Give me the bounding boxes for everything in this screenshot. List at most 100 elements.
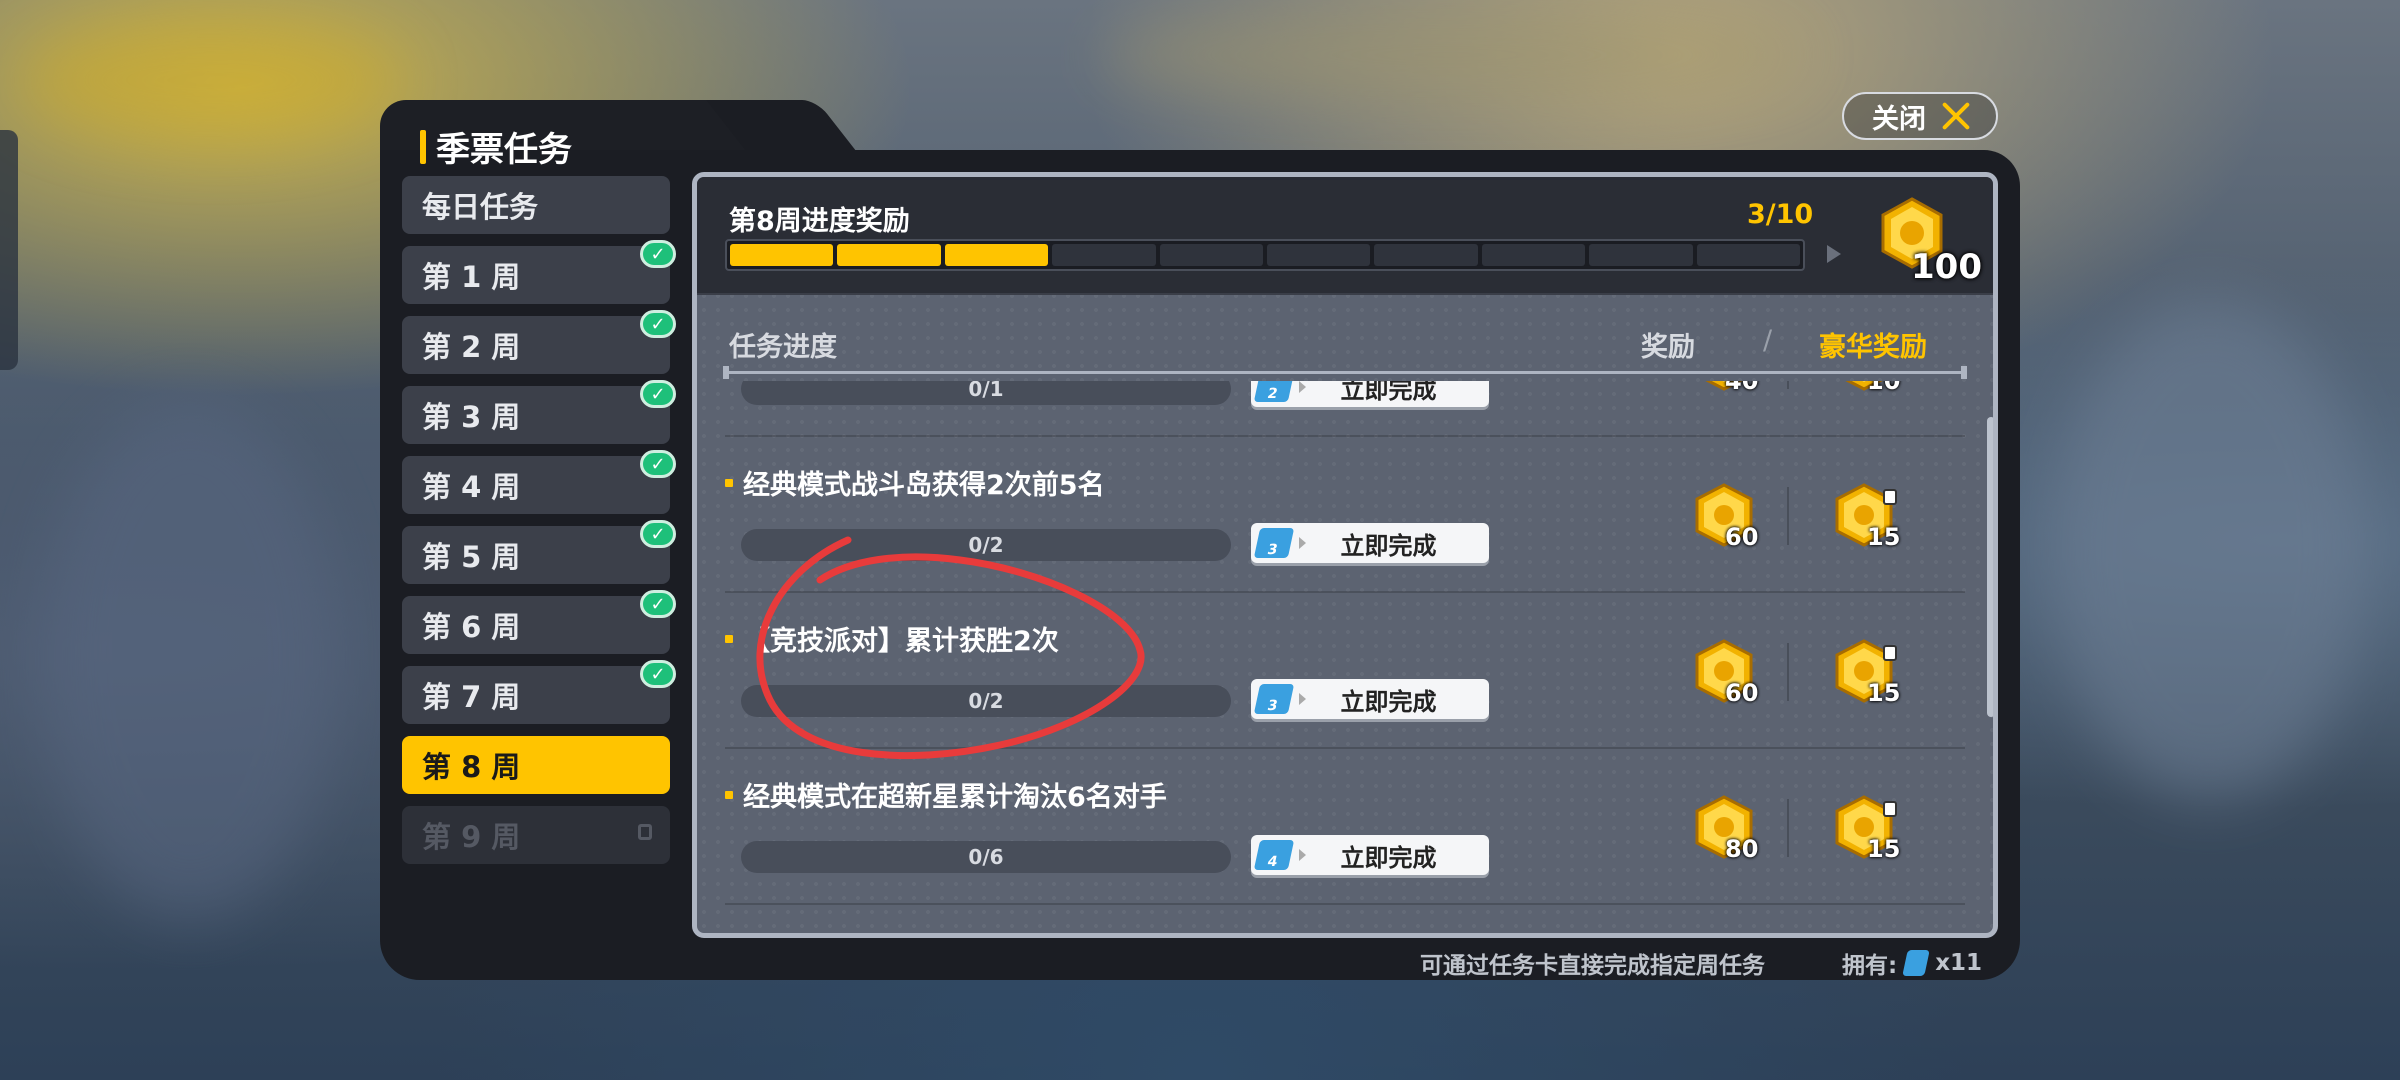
- edge-tab: [0, 130, 18, 370]
- task-title-text: 经典模式在超新星累计淘汰6名对手: [743, 782, 1167, 813]
- complete-now-button[interactable]: 2 立即完成: [1251, 381, 1489, 407]
- sidebar-item-label: 第 7 周: [422, 680, 521, 714]
- complete-now-label: 立即完成: [1340, 687, 1437, 716]
- task-card-icon: [1902, 950, 1930, 976]
- reward-value: 60: [1725, 523, 1759, 551]
- close-button[interactable]: 关闭: [1842, 92, 1998, 140]
- task-progress: 0/1: [741, 381, 1231, 405]
- progress-segment: [944, 244, 1049, 266]
- task-title: 经典模式战斗岛获得2次前5名: [725, 463, 1105, 502]
- check-icon: ✓: [640, 450, 676, 478]
- task-card-cost: 2: [1265, 386, 1280, 402]
- task-card-cost: 3: [1265, 542, 1280, 558]
- progress-segment: [1696, 244, 1801, 266]
- sidebar-item-8[interactable]: 第 8 周: [402, 736, 670, 794]
- reward-divider: [1787, 381, 1789, 389]
- header-deluxe-reward: 豪华奖励: [1819, 332, 1927, 363]
- task-title: 经典模式在超新星累计淘汰6名对手: [725, 775, 1167, 814]
- reward-divider: [1787, 487, 1789, 545]
- progress-segment: [1052, 244, 1156, 266]
- check-icon: ✓: [640, 240, 676, 268]
- background-blur: [2050, 300, 2370, 800]
- task-row: 经典模式在超新星累计淘汰6名对手 0/6 4 立即完成 80 15: [725, 749, 1965, 905]
- reward-divider: [1787, 643, 1789, 701]
- sidebar-item-label: 第 9 周: [422, 820, 521, 854]
- sidebar-item-label: 第 1 周: [422, 260, 521, 294]
- own-label: 拥有:: [1842, 953, 1898, 979]
- sidebar-item-7[interactable]: 第 7 周 ✓: [402, 660, 676, 724]
- complete-now-button[interactable]: 3 立即完成: [1251, 523, 1489, 563]
- task-list[interactable]: 0/1 2 立即完成 40 10 经典模式战斗岛获得2次前5名 0/2 3 立即完成 60 15 【竞…: [697, 381, 1993, 933]
- progress-segment: [1481, 244, 1586, 266]
- sidebar-item-label: 第 6 周: [422, 610, 521, 644]
- week-progress-track: [725, 239, 1805, 271]
- reward-value: 60: [1725, 679, 1759, 707]
- progress-segment: [1374, 244, 1478, 266]
- task-progress: 0/2: [741, 685, 1231, 717]
- sidebar-item-9[interactable]: 第 9 周: [402, 806, 670, 864]
- task-card-cost: 3: [1265, 698, 1280, 714]
- sidebar-item-label: 第 8 周: [422, 750, 521, 784]
- task-title: 【竞技派对】累计获胜2次: [725, 619, 1059, 658]
- sidebar-item-0[interactable]: 每日任务: [402, 176, 670, 234]
- complete-now-button[interactable]: 3 立即完成: [1251, 679, 1489, 719]
- reward-value: 80: [1725, 835, 1759, 863]
- sidebar-item-label: 第 3 周: [422, 400, 521, 434]
- chevron-right-icon: [1299, 849, 1306, 861]
- progress-segment: [1589, 244, 1693, 266]
- sidebar-item-4[interactable]: 第 4 周 ✓: [402, 450, 676, 514]
- background-blur: [1100, 10, 1800, 100]
- task-card-cost: 4: [1265, 854, 1280, 870]
- check-icon: ✓: [640, 660, 676, 688]
- sidebar-item-3[interactable]: 第 3 周 ✓: [402, 380, 676, 444]
- scrollbar[interactable]: [1987, 417, 1993, 717]
- bullet-icon: [725, 634, 733, 643]
- sidebar-item-2[interactable]: 第 2 周 ✓: [402, 310, 676, 374]
- deluxe-reward-value: 10: [1867, 381, 1901, 395]
- header-task-progress: 任务进度: [729, 332, 837, 363]
- reward-value: 40: [1725, 381, 1759, 395]
- progress-segment: [837, 244, 941, 266]
- lock-icon: [1883, 645, 1897, 661]
- complete-now-label: 立即完成: [1340, 843, 1437, 872]
- task-title-text: 经典模式战斗岛获得2次前5名: [743, 470, 1105, 501]
- lock-icon: [638, 824, 652, 840]
- sidebar-item-5[interactable]: 第 5 周 ✓: [402, 520, 676, 584]
- close-icon: [1940, 100, 1972, 132]
- task-progress: 0/2: [741, 529, 1231, 561]
- task-card-icon: 3: [1253, 528, 1295, 558]
- chevron-right-icon: [1299, 693, 1306, 705]
- progress-segment: [1267, 244, 1371, 266]
- sidebar-item-1[interactable]: 第 1 周 ✓: [402, 240, 676, 304]
- task-card-icon: 3: [1253, 684, 1295, 714]
- check-icon: ✓: [640, 520, 676, 548]
- bullet-icon: [725, 478, 733, 487]
- header-divider: [723, 366, 1967, 379]
- sidebar-item-label: 第 5 周: [422, 540, 521, 574]
- week-sidebar: 每日任务第 1 周 ✓ 第 2 周 ✓ 第 3 周 ✓ 第 4 周 ✓ 第 5 周 ✓ 第 6 周 ✓…: [402, 176, 676, 876]
- complete-now-button[interactable]: 4 立即完成: [1251, 835, 1489, 875]
- sidebar-item-label: 每日任务: [422, 190, 539, 224]
- check-icon: ✓: [640, 380, 676, 408]
- task-row: 经典模式战斗岛获得2次前5名 0/2 3 立即完成 60 15: [725, 437, 1965, 593]
- task-row: 0/1 2 立即完成 40 10: [725, 381, 1965, 437]
- task-progress: 0/6: [741, 841, 1231, 873]
- bullet-icon: [725, 790, 733, 799]
- progress-segment: [1159, 244, 1264, 266]
- task-card-count: 拥有: x11: [1842, 946, 1982, 980]
- check-icon: ✓: [640, 310, 676, 338]
- background-blur: [20, 20, 400, 140]
- reward-divider: [1787, 799, 1789, 857]
- week-progress-title: 第8周进度奖励: [729, 206, 910, 237]
- lock-icon: [1883, 489, 1897, 505]
- sidebar-item-6[interactable]: 第 6 周 ✓: [402, 590, 676, 654]
- sidebar-item-label: 第 2 周: [422, 330, 521, 364]
- complete-now-label: 立即完成: [1340, 531, 1437, 560]
- week-progress-bar: 第8周进度奖励 3/10 100: [697, 177, 1993, 295]
- section-title-text: 季票任务: [436, 130, 572, 170]
- deluxe-reward-value: 15: [1867, 523, 1901, 551]
- chevron-right-icon: [1299, 381, 1306, 393]
- progress-segment: [730, 244, 834, 266]
- sidebar-item-label: 第 4 周: [422, 470, 521, 504]
- own-count: x11: [1935, 950, 1983, 976]
